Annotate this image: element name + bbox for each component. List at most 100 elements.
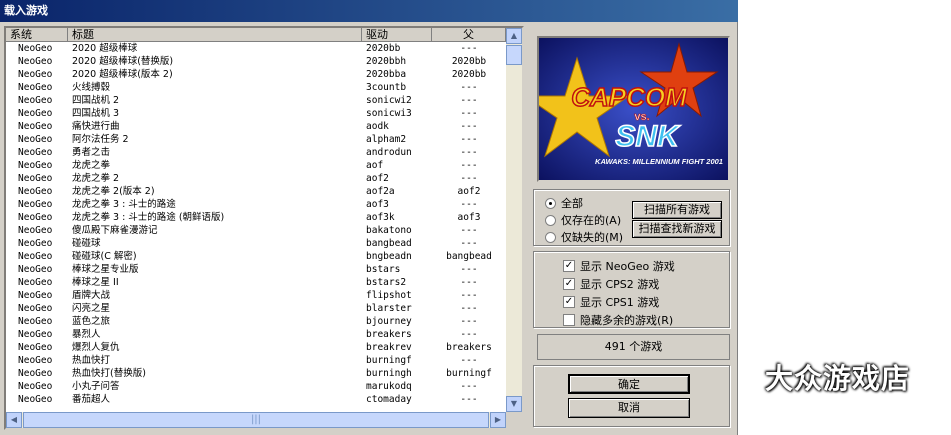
list-item[interactable]: NeoGeo 四国战机 2 sonicwi2 --- <box>6 94 506 107</box>
horizontal-scrollbar[interactable]: ◀ ||| ▶ <box>6 412 506 428</box>
list-item[interactable]: NeoGeo 龙虎之拳 2(版本 2) aof2a aof2 <box>6 185 506 198</box>
checkbox-box[interactable]: ✓ <box>563 278 575 290</box>
checkbox-box[interactable]: ✓ <box>563 296 575 308</box>
list-item[interactable]: NeoGeo 2020 超级棒球(替换版) 2020bbh 2020bb <box>6 55 506 68</box>
list-item[interactable]: NeoGeo 盾牌大战 flipshot --- <box>6 289 506 302</box>
cell-driver: aof <box>366 160 384 171</box>
list-item[interactable]: NeoGeo 热血快打 burningf --- <box>6 354 506 367</box>
cell-title: 热血快打 <box>72 355 111 366</box>
list-item[interactable]: NeoGeo 棒球之星专业版 bstars --- <box>6 263 506 276</box>
checkbox-box[interactable] <box>563 314 575 326</box>
cell-system: NeoGeo <box>18 108 53 119</box>
cell-driver: blarster <box>366 303 412 314</box>
cell-parent: --- <box>460 394 478 405</box>
cell-parent: --- <box>460 277 478 288</box>
cell-driver: breakrev <box>366 342 412 353</box>
horizontal-scroll-thumb[interactable]: ||| <box>23 412 489 428</box>
cell-parent: 2020bb <box>451 56 487 67</box>
list-item[interactable]: NeoGeo 热血快打(替换版) burningh burningf <box>6 367 506 380</box>
list-item[interactable]: NeoGeo 闪亮之星 blarster --- <box>6 302 506 315</box>
column-header-title[interactable]: 标题 <box>68 28 362 42</box>
checkbox-label: 隐藏多余的游戏(R) <box>580 314 674 327</box>
cell-driver: 2020bb <box>366 43 401 54</box>
ok-button[interactable]: 确定 <box>568 374 690 394</box>
radio-all[interactable]: 全部 <box>545 195 583 211</box>
scan-new-games-button[interactable]: 扫描查找新游戏 <box>632 220 722 238</box>
list-item[interactable]: NeoGeo 暴烈人 breakers --- <box>6 328 506 341</box>
list-item[interactable]: NeoGeo 蓝色之旅 bjourney --- <box>6 315 506 328</box>
cell-title: 傻瓜殿下麻雀漫游记 <box>72 225 158 236</box>
scroll-right-icon[interactable]: ▶ <box>490 412 506 428</box>
show-neogeo-checkbox[interactable]: ✓ 显示 NeoGeo 游戏 <box>563 258 675 274</box>
list-item[interactable]: NeoGeo 龙虎之拳 3 : 斗士的路途 (朝鲜语版) aof3k aof3 <box>6 211 506 224</box>
list-item[interactable]: NeoGeo 四国战机 3 sonicwi3 --- <box>6 107 506 120</box>
cell-title: 暴烈人 <box>72 329 101 340</box>
logo-subtitle-text: KAWAKS: MILLENNIUM FIGHT 2001 <box>595 157 723 166</box>
cell-parent: 2020bb <box>451 69 487 80</box>
radio-existing-only[interactable]: 仅存在的(A) <box>545 212 621 228</box>
game-count-status: 491 个游戏 <box>537 334 730 360</box>
list-item[interactable]: NeoGeo 龙虎之拳 3 : 斗士的路途 aof3 --- <box>6 198 506 211</box>
list-item[interactable]: NeoGeo 龙虎之拳 2 aof2 --- <box>6 172 506 185</box>
cancel-button[interactable]: 取消 <box>568 398 690 418</box>
vertical-scrollbar[interactable]: ▲ ▼ <box>506 28 522 412</box>
list-item[interactable]: NeoGeo 爆烈人复仇 breakrev breakers <box>6 341 506 354</box>
scan-all-games-button[interactable]: 扫描所有游戏 <box>632 201 722 219</box>
cell-parent: --- <box>460 173 478 184</box>
list-item[interactable]: NeoGeo 傻瓜殿下麻雀漫游记 bakatono --- <box>6 224 506 237</box>
game-list[interactable]: 系统 标题 驱动 父 NeoGeo 2020 超级棒球 2020bb --- NeoGe… <box>4 26 524 430</box>
list-item[interactable]: NeoGeo 2020 超级棒球 2020bb --- <box>6 42 506 55</box>
column-header-parent[interactable]: 父 <box>432 28 506 42</box>
capcom-vs-snk-logo: CAPCOM vs. SNK KAWAKS: MILLENNIUM FIGHT … <box>539 38 728 180</box>
list-item[interactable]: NeoGeo 火线搏毂 3countb --- <box>6 81 506 94</box>
cell-title: 爆烈人复仇 <box>72 342 120 353</box>
list-item[interactable]: NeoGeo 阿尔法任务 2 alpham2 --- <box>6 133 506 146</box>
column-header-system[interactable]: 系统 <box>6 28 68 42</box>
window-title: 载入游戏 <box>0 0 738 22</box>
list-item[interactable]: NeoGeo 小丸子问答 marukodq --- <box>6 380 506 393</box>
list-item[interactable]: NeoGeo 龙虎之拳 aof --- <box>6 159 506 172</box>
checkbox-box[interactable]: ✓ <box>563 260 575 272</box>
cell-title: 龙虎之拳 2(版本 2) <box>72 186 155 197</box>
show-cps2-checkbox[interactable]: ✓ 显示 CPS2 游戏 <box>563 276 659 292</box>
cell-driver: aof2a <box>366 186 395 197</box>
cell-driver: burningh <box>366 368 412 379</box>
list-item[interactable]: NeoGeo 碰碰球(C 解密) bngbeadn bangbead <box>6 250 506 263</box>
list-rows: NeoGeo 2020 超级棒球 2020bb --- NeoGeo 2020 超级棒球(… <box>6 42 506 406</box>
radio-missing-only[interactable]: 仅缺失的(M) <box>545 229 623 245</box>
cell-system: NeoGeo <box>18 147 53 158</box>
column-header-driver[interactable]: 驱动 <box>362 28 432 42</box>
radio-missing-dot[interactable] <box>545 231 556 243</box>
cell-driver: aodk <box>366 121 389 132</box>
scroll-down-icon[interactable]: ▼ <box>506 396 522 412</box>
scroll-left-icon[interactable]: ◀ <box>6 412 22 428</box>
cell-system: NeoGeo <box>18 160 53 171</box>
cell-driver: bangbead <box>366 238 412 249</box>
radio-existing-dot[interactable] <box>545 214 556 226</box>
cell-system: NeoGeo <box>18 199 53 210</box>
list-item[interactable]: NeoGeo 勇者之击 androdun --- <box>6 146 506 159</box>
radio-all-dot[interactable] <box>545 197 556 209</box>
show-cps1-checkbox[interactable]: ✓ 显示 CPS1 游戏 <box>563 294 659 310</box>
vertical-scroll-thumb[interactable] <box>506 45 522 65</box>
cell-driver: flipshot <box>366 290 412 301</box>
cell-system: NeoGeo <box>18 290 53 301</box>
cell-title: 龙虎之拳 <box>72 160 111 171</box>
checkbox-label: 显示 NeoGeo 游戏 <box>580 260 675 273</box>
list-item[interactable]: NeoGeo 碰碰球 bangbead --- <box>6 237 506 250</box>
cell-system: NeoGeo <box>18 95 53 106</box>
list-item[interactable]: NeoGeo 2020 超级棒球(版本 2) 2020bba 2020bb <box>6 68 506 81</box>
list-item[interactable]: NeoGeo 棒球之星 II bstars2 --- <box>6 276 506 289</box>
hide-redundant-checkbox[interactable]: 隐藏多余的游戏(R) <box>563 312 673 328</box>
cell-system: NeoGeo <box>18 121 53 132</box>
cell-driver: 2020bba <box>366 69 407 80</box>
list-item[interactable]: NeoGeo 痛快进行曲 aodk --- <box>6 120 506 133</box>
scrollbar-corner <box>506 412 522 428</box>
cell-system: NeoGeo <box>18 277 53 288</box>
list-item[interactable]: NeoGeo 番茄超人 ctomaday --- <box>6 393 506 406</box>
cell-parent: --- <box>460 225 478 236</box>
cell-title: 龙虎之拳 2 <box>72 173 120 184</box>
cell-system: NeoGeo <box>18 43 53 54</box>
cell-system: NeoGeo <box>18 394 53 405</box>
scroll-up-icon[interactable]: ▲ <box>506 28 522 44</box>
